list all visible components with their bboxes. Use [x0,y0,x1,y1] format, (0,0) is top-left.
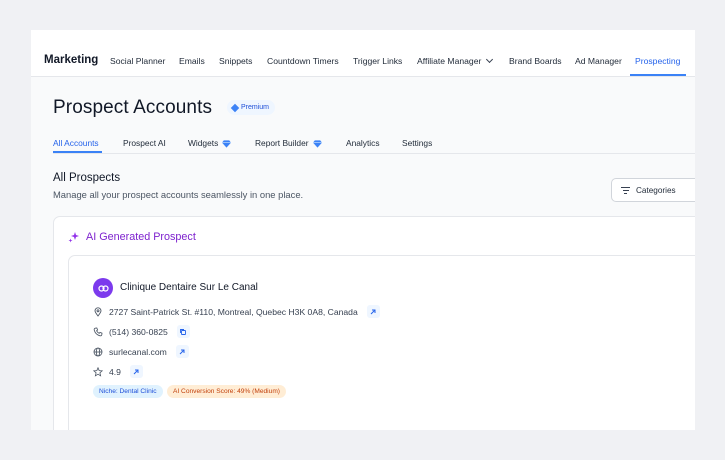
top-navigation: Marketing Social Planner Emails Snippets… [31,30,695,77]
section-description: Manage all your prospect accounts seamle… [53,189,304,200]
avatar [93,278,113,298]
tab-report-builder[interactable]: Report Builder [255,138,322,148]
nav-affiliate-manager[interactable]: Affiliate Manager [417,55,494,66]
diamond-icon [222,139,232,148]
nav-trigger-links[interactable]: Trigger Links [353,56,402,66]
tab-analytics-label: Analytics [346,138,380,148]
ai-card-title: AI Generated Prospect [68,231,196,243]
tab-widgets[interactable]: Widgets [188,138,232,148]
phone-icon [93,327,103,337]
prospect-website[interactable]: surlecanal.com [109,347,167,357]
tab-prospect-ai[interactable]: Prospect AI [123,138,166,148]
copy-icon [180,328,187,335]
nav-prospecting[interactable]: Prospecting [635,56,680,66]
nav-countdown-timers[interactable]: Countdown Timers [267,56,339,66]
copy-phone-button[interactable] [176,325,190,338]
business-logo-icon [97,284,109,292]
prospect-address: 2727 Saint-Patrick St. #110, Montreal, Q… [109,306,358,317]
ai-card-title-label: AI Generated Prospect [86,231,196,243]
nav-snippets[interactable]: Snippets [219,56,252,66]
nav-social-planner[interactable]: Social Planner [110,56,165,66]
filter-icon [621,186,630,194]
tab-report-builder-label: Report Builder [255,138,309,148]
external-link-icon [370,309,376,314]
app-frame: Marketing Social Planner Emails Snippets… [31,30,695,430]
phone-row: (514) 360-0825 [93,325,190,338]
tab-analytics[interactable]: Analytics [346,138,380,148]
globe-icon [93,347,103,357]
premium-badge-label: Premium [241,104,270,111]
external-link-icon [134,369,139,374]
location-pin-icon [93,306,103,317]
tab-settings[interactable]: Settings [402,138,432,148]
diamond-icon [230,103,240,112]
tab-widgets-label: Widgets [188,138,219,148]
nav-affiliate-manager-label: Affiliate Manager [417,56,482,66]
prospect-phone: (514) 360-0825 [109,326,168,337]
sparkle-icon [68,232,79,243]
nav-brand-boards[interactable]: Brand Boards [509,56,562,66]
section-title: All Prospects [53,172,121,184]
address-row: 2727 Saint-Patrick St. #110, Montreal, Q… [93,305,380,318]
tab-all-accounts[interactable]: All Accounts [53,138,99,148]
website-row: surlecanal.com [93,345,189,358]
open-address-button[interactable] [366,305,380,318]
chevron-down-icon [486,55,494,64]
external-link-icon [179,349,185,354]
active-nav-indicator [630,74,686,76]
premium-badge: Premium [227,100,276,115]
open-website-button[interactable] [175,345,189,358]
prospect-rating: 4.9 [109,366,121,377]
tab-all-accounts-label: All Accounts [53,138,99,148]
niche-tag: Niche: Dental Clinic [93,385,163,398]
nav-emails[interactable]: Emails [179,56,205,66]
tab-prospect-ai-label: Prospect AI [123,138,166,148]
conversion-score-tag: AI Conversion Score: 49% (Medium) [167,385,287,398]
prospect-name: Clinique Dentaire Sur Le Canal [120,282,258,293]
rating-row: 4.9 [93,365,143,378]
star-icon [93,366,103,377]
open-reviews-button[interactable] [129,365,143,378]
tabs-divider [53,153,695,154]
brand-title: Marketing [44,54,99,66]
categories-button-label: Categories [636,185,676,195]
nav-ad-manager[interactable]: Ad Manager [575,56,622,66]
page-title: Prospect Accounts [53,97,213,118]
tab-settings-label: Settings [402,138,433,148]
diamond-icon [312,139,322,148]
categories-button[interactable]: Categories [611,178,695,202]
